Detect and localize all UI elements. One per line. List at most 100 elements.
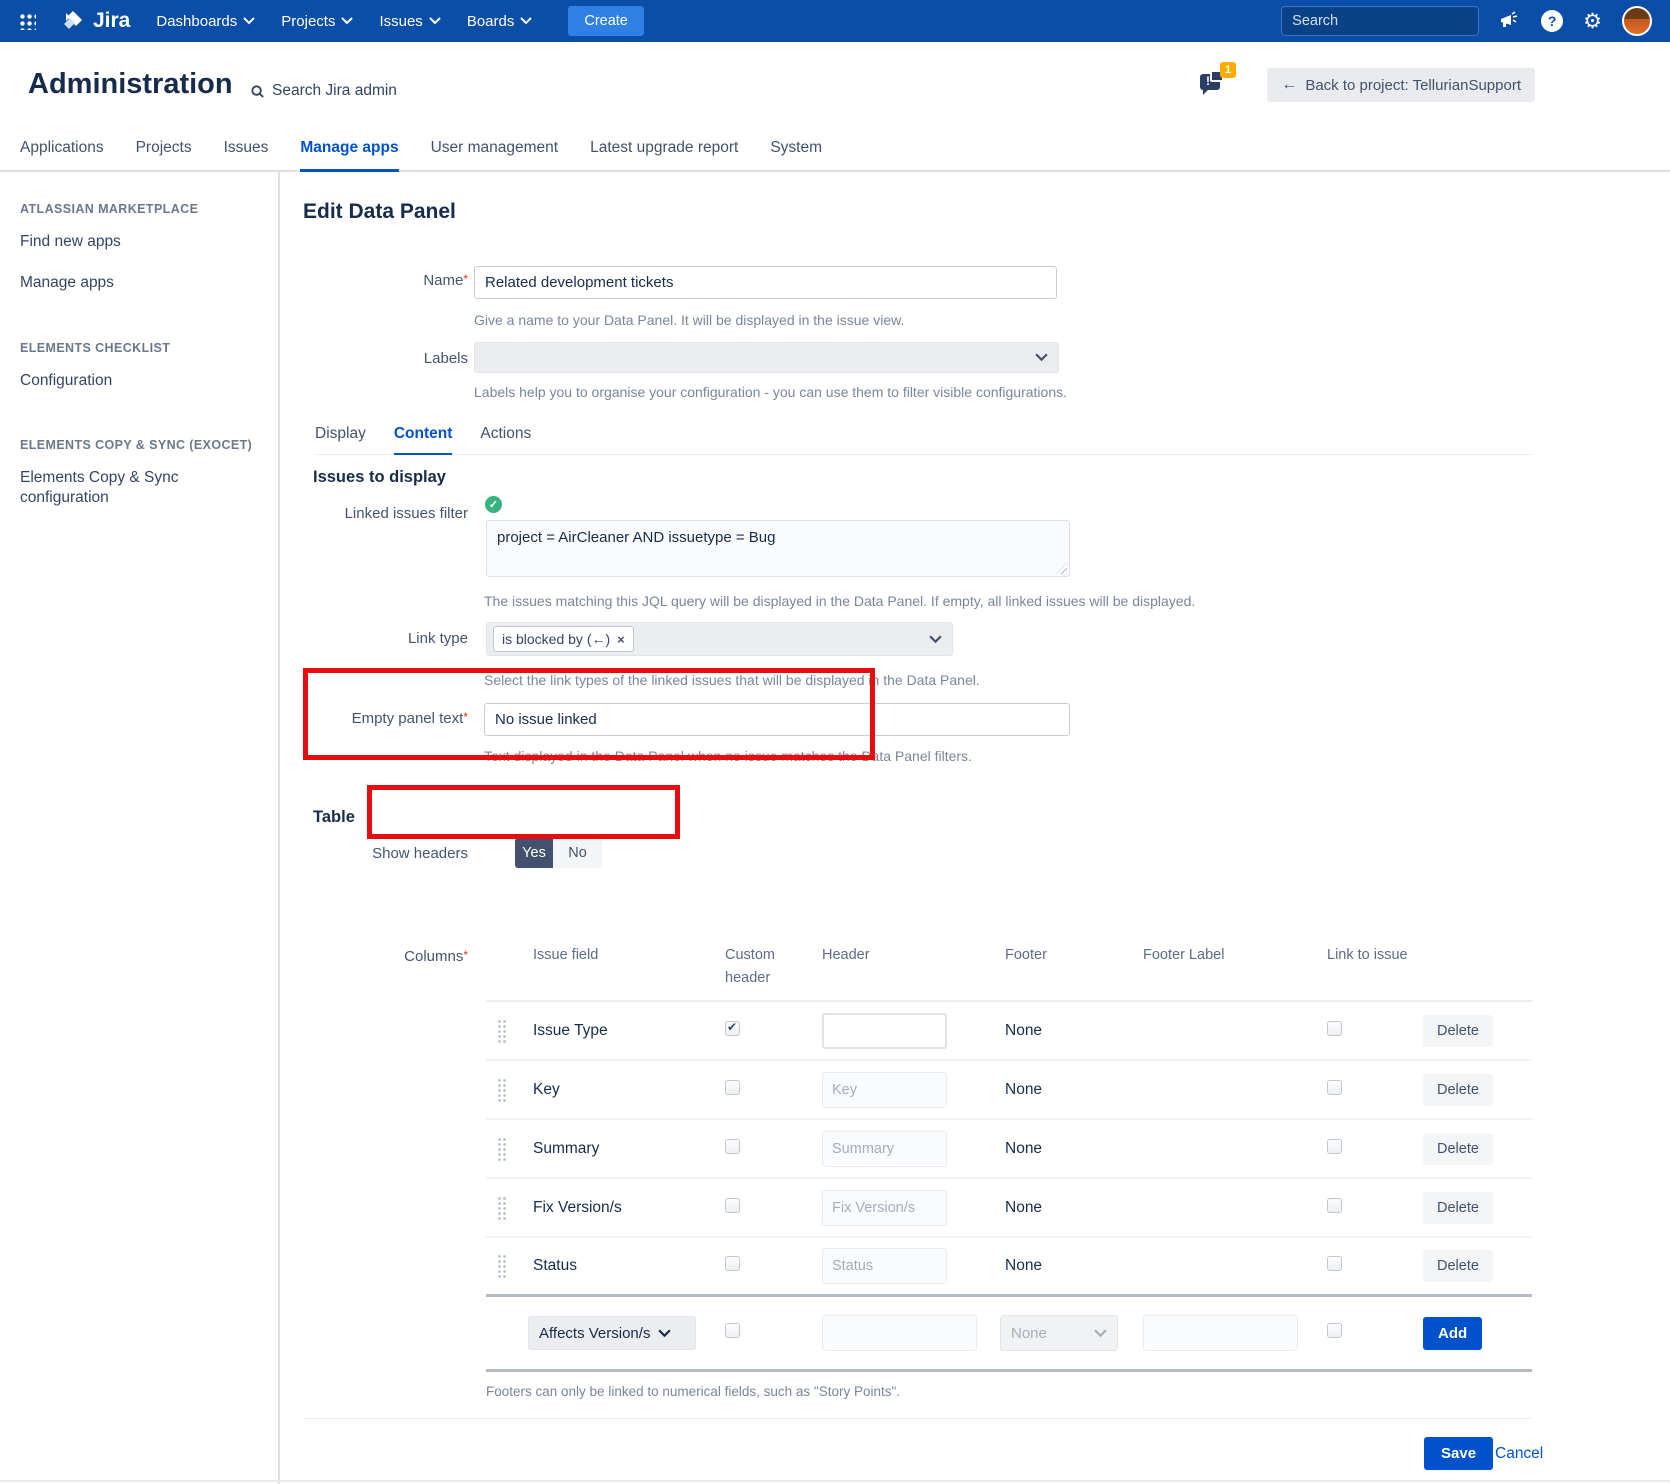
announcements-icon[interactable] (1499, 11, 1521, 31)
sidebar-item-find-new-apps[interactable]: Find new apps (20, 232, 230, 251)
custom-header-checkbox[interactable] (725, 1198, 740, 1213)
back-to-project-label: Back to project: TellurianSupport (1305, 77, 1521, 94)
drag-handle-icon[interactable] (497, 1019, 508, 1043)
help-icon[interactable]: ? (1541, 10, 1563, 32)
cancel-link[interactable]: Cancel (1495, 1445, 1543, 1463)
header-input[interactable] (822, 1013, 947, 1049)
custom-header-checkbox[interactable] (725, 1021, 740, 1036)
global-search-box[interactable] (1281, 6, 1479, 36)
link-to-issue-checkbox[interactable] (1327, 1323, 1342, 1338)
delete-button[interactable]: Delete (1423, 1133, 1493, 1165)
form-title: Edit Data Panel (303, 200, 456, 224)
footer-select[interactable]: None (1000, 1315, 1118, 1351)
search-icon (250, 84, 265, 99)
issues-section-heading: Issues to display (313, 468, 446, 487)
tab-projects[interactable]: Projects (136, 139, 192, 172)
form-tab-bar: Display Content Actions (315, 425, 1532, 455)
jira-logo[interactable]: Jira (62, 9, 130, 33)
linked-issues-filter-textarea[interactable]: project = AirCleaner AND issuetype = Bug (486, 520, 1070, 577)
settings-gear-icon[interactable]: ⚙ (1583, 11, 1602, 32)
linked-issues-filter-help: The issues matching this JQL query will … (484, 593, 1195, 609)
header-input[interactable] (822, 1131, 947, 1167)
table-row: Fix Version/s None Delete (486, 1179, 1532, 1238)
toggle-no-button[interactable]: No (553, 838, 602, 868)
delete-button[interactable]: Delete (1423, 1015, 1493, 1047)
header-input[interactable] (822, 1190, 947, 1226)
chevron-down-icon (520, 17, 532, 25)
add-button[interactable]: Add (1423, 1317, 1482, 1350)
table-row: Key None Delete (486, 1061, 1532, 1120)
top-navbar: Jira Dashboards Projects Issues Boards C… (0, 0, 1670, 42)
custom-header-checkbox[interactable] (725, 1256, 740, 1271)
nav-issues[interactable]: Issues (379, 13, 440, 30)
chevron-down-icon (243, 17, 255, 25)
tab-user-management[interactable]: User management (431, 139, 559, 172)
issue-field-name: Status (520, 1257, 715, 1275)
remove-tag-icon[interactable]: × (617, 632, 625, 647)
admin-search[interactable]: Search Jira admin (250, 82, 397, 100)
tab-actions[interactable]: Actions (480, 425, 531, 455)
header-input[interactable] (822, 1248, 947, 1284)
sidebar-item-manage-apps[interactable]: Manage apps (20, 273, 230, 292)
tab-content[interactable]: Content (394, 425, 453, 455)
field-select[interactable]: Affects Version/s (528, 1316, 696, 1350)
delete-button[interactable]: Delete (1423, 1250, 1493, 1282)
link-to-issue-checkbox[interactable] (1327, 1198, 1342, 1213)
tab-latest-upgrade-report[interactable]: Latest upgrade report (590, 139, 738, 172)
tab-issues[interactable]: Issues (224, 139, 269, 172)
nav-dashboards[interactable]: Dashboards (156, 13, 255, 30)
tab-manage-apps[interactable]: Manage apps (300, 139, 398, 172)
link-to-issue-checkbox[interactable] (1327, 1256, 1342, 1271)
issue-field-name: Issue Type (520, 1022, 715, 1040)
drag-handle-icon[interactable] (497, 1254, 508, 1278)
sidebar-item-elements-copy-sync-configuration[interactable]: Elements Copy & Sync configuration (20, 468, 230, 507)
chevron-down-icon (658, 1329, 671, 1338)
custom-header-checkbox[interactable] (725, 1139, 740, 1154)
global-search-input[interactable] (1292, 13, 1479, 29)
admin-tab-bar: Applications Projects Issues Manage apps… (0, 130, 1670, 172)
tab-display[interactable]: Display (315, 425, 366, 455)
table-row: Issue Type None Delete (486, 1002, 1532, 1061)
labels-select[interactable] (474, 342, 1059, 373)
drag-handle-icon[interactable] (497, 1137, 508, 1161)
link-to-issue-checkbox[interactable] (1327, 1139, 1342, 1154)
back-to-project-button[interactable]: ← Back to project: TellurianSupport (1267, 68, 1535, 102)
nav-projects[interactable]: Projects (281, 13, 353, 30)
tab-applications[interactable]: Applications (20, 139, 104, 172)
issue-field-name: Fix Version/s (520, 1199, 715, 1217)
chevron-down-icon (341, 17, 353, 25)
footer-label-input[interactable] (1143, 1315, 1298, 1351)
link-to-issue-checkbox[interactable] (1327, 1021, 1342, 1036)
col-header-link-to-issue: Link to issue (1307, 944, 1409, 990)
app-switcher-icon[interactable] (18, 12, 36, 30)
link-type-select[interactable]: is blocked by (←) × (486, 622, 953, 656)
drag-handle-icon[interactable] (497, 1078, 508, 1102)
create-button[interactable]: Create (568, 6, 644, 36)
custom-header-checkbox[interactable] (725, 1080, 740, 1095)
delete-button[interactable]: Delete (1423, 1074, 1493, 1106)
feedback-icon[interactable]: ! 1 (1198, 68, 1232, 102)
add-column-row: Affects Version/s None Add (486, 1297, 1532, 1372)
sidebar-item-configuration[interactable]: Configuration (20, 371, 230, 390)
custom-header-checkbox[interactable] (725, 1323, 740, 1338)
footer-value: None (987, 1199, 1127, 1217)
delete-button[interactable]: Delete (1423, 1192, 1493, 1224)
show-headers-label: Show headers (280, 845, 468, 862)
nav-issues-label: Issues (379, 13, 422, 30)
nav-boards[interactable]: Boards (467, 13, 533, 30)
footers-footnote: Footers can only be linked to numerical … (486, 1384, 900, 1399)
tab-system[interactable]: System (770, 139, 822, 172)
header-input[interactable] (822, 1315, 977, 1351)
name-input[interactable] (474, 266, 1057, 299)
link-to-issue-checkbox[interactable] (1327, 1080, 1342, 1095)
drag-handle-icon[interactable] (497, 1196, 508, 1220)
empty-panel-text-input[interactable] (484, 703, 1070, 736)
user-avatar[interactable] (1622, 6, 1652, 36)
link-type-tag-label: is blocked by (←) (502, 631, 610, 647)
columns-label: Columns* (280, 948, 468, 965)
sidebar-heading-marketplace: ATLASSIAN MARKETPLACE (20, 202, 258, 216)
footer-value: None (987, 1140, 1127, 1158)
toggle-yes-button[interactable]: Yes (515, 838, 553, 868)
save-button[interactable]: Save (1424, 1437, 1493, 1470)
header-input[interactable] (822, 1072, 947, 1108)
